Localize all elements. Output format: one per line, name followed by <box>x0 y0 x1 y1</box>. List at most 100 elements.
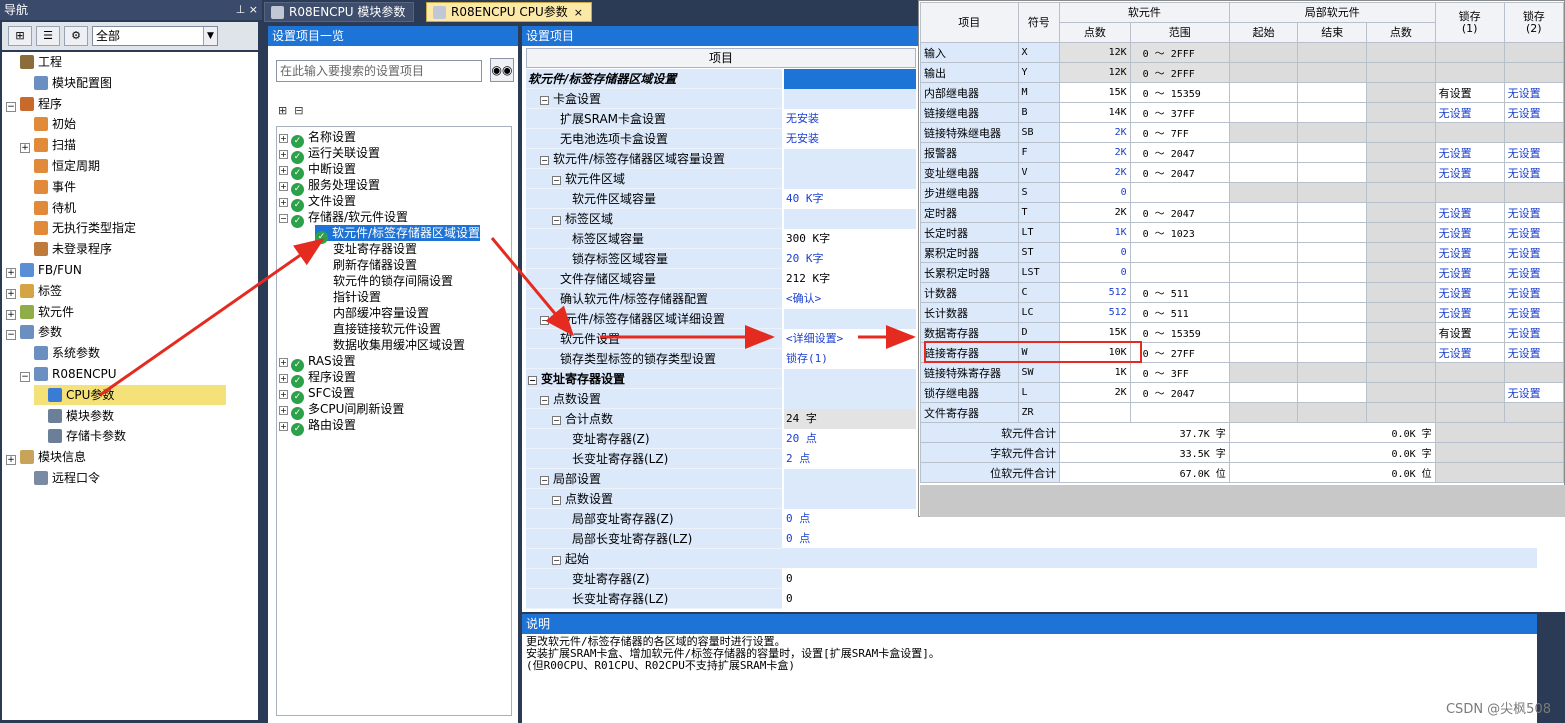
setting-list-item[interactable]: + ✓ SFC设置 <box>279 385 355 404</box>
setting-row[interactable]: 局部变址寄存器(Z) 0 点 <box>526 509 916 529</box>
local-device-cell[interactable] <box>1366 42 1436 63</box>
latch2-cell[interactable] <box>1503 62 1565 83</box>
setting-row-value[interactable]: 212 K字 <box>784 269 916 289</box>
collapse-icon[interactable]: − <box>540 316 549 325</box>
setting-list-item[interactable]: + ✓ 程序设置 <box>279 369 356 388</box>
latch1-cell[interactable]: 无设置 <box>1434 142 1505 163</box>
local-device-cell[interactable] <box>1228 262 1299 283</box>
latch1-cell[interactable] <box>1434 62 1505 83</box>
local-device-cell[interactable] <box>1228 322 1299 343</box>
device-row[interactable]: 变址继电器 V 2K 0 ～ 2047 无设置 无设置 <box>920 162 1565 183</box>
device-row[interactable]: 长计数器 LC 512 0 ～ 511 无设置 无设置 <box>920 302 1565 323</box>
expander-icon[interactable]: + <box>279 390 288 399</box>
setting-row-value[interactable] <box>784 169 916 189</box>
setting-row[interactable]: − 变址寄存器设置 <box>526 369 916 389</box>
latch2-cell[interactable] <box>1503 362 1565 383</box>
list-view-icon[interactable]: ☰ <box>36 26 60 46</box>
setting-row-value[interactable] <box>784 69 916 89</box>
setting-row[interactable]: − 合计点数 24 字 <box>526 409 916 429</box>
local-device-cell[interactable] <box>1366 382 1436 403</box>
device-row[interactable]: 累积定时器 ST 0 无设置 无设置 <box>920 242 1565 263</box>
device-points[interactable] <box>1059 402 1131 423</box>
setting-row[interactable]: − 点数设置 <box>526 489 916 509</box>
gear-icon[interactable]: ⚙ <box>64 26 88 46</box>
latch2-cell[interactable]: 无设置 <box>1503 282 1565 303</box>
local-device-cell[interactable] <box>1297 282 1368 303</box>
device-row[interactable]: 文件寄存器 ZR <box>920 402 1565 423</box>
collapse-icon[interactable]: − <box>552 176 561 185</box>
setting-list-item[interactable]: 软元件的锁存间隔设置 <box>333 273 453 289</box>
setting-row[interactable]: − 卡盒设置 <box>526 89 916 109</box>
setting-row-value[interactable]: 0 点 <box>784 529 916 549</box>
collapse-icon[interactable]: − <box>552 216 561 225</box>
local-device-cell[interactable] <box>1228 142 1299 163</box>
nav-item[interactable]: + 模块信息 <box>6 447 86 467</box>
setting-list-item[interactable]: − ✓ 存储器/软元件设置 <box>279 209 408 228</box>
device-points[interactable]: 2K <box>1059 202 1131 223</box>
local-device-cell[interactable] <box>1228 62 1299 83</box>
setting-row[interactable]: − 标签区域 <box>526 209 916 229</box>
setting-row[interactable]: 长变址寄存器(LZ) 0 <box>526 589 916 609</box>
setting-row[interactable]: − 局部设置 <box>526 469 916 489</box>
local-device-cell[interactable] <box>1297 362 1368 383</box>
latch2-cell[interactable]: 无设置 <box>1503 242 1565 263</box>
local-device-cell[interactable] <box>1366 342 1436 363</box>
latch1-cell[interactable]: 无设置 <box>1434 222 1505 243</box>
local-device-cell[interactable] <box>1228 182 1299 203</box>
latch2-cell[interactable]: 无设置 <box>1503 162 1565 183</box>
latch2-cell[interactable]: 无设置 <box>1503 82 1565 103</box>
device-points[interactable]: 2K <box>1059 382 1131 403</box>
setting-list-item[interactable]: + ✓ 运行关联设置 <box>279 145 380 164</box>
local-device-cell[interactable] <box>1228 102 1299 123</box>
setting-row[interactable]: 标签区域容量 300 K字 <box>526 229 916 249</box>
device-row[interactable]: 定时器 T 2K 0 ～ 2047 无设置 无设置 <box>920 202 1565 223</box>
expander-icon[interactable]: + <box>279 182 288 191</box>
nav-item[interactable]: + 标签 <box>6 281 62 301</box>
local-device-cell[interactable] <box>1228 162 1299 183</box>
local-device-cell[interactable] <box>1228 242 1299 263</box>
setting-row[interactable]: 锁存类型标签的锁存类型设置 锁存(1) <box>526 349 916 369</box>
nav-item[interactable]: CPU参数 <box>34 384 226 405</box>
setting-row-value[interactable]: <详细设置> <box>784 329 916 349</box>
setting-row-value[interactable]: 40 K字 <box>784 189 916 209</box>
latch1-cell[interactable]: 有设置 <box>1434 82 1505 103</box>
local-device-cell[interactable] <box>1297 202 1368 223</box>
setting-row-value[interactable]: 无安装 <box>784 129 916 149</box>
setting-list-item[interactable]: 内部缓冲容量设置 <box>333 305 429 321</box>
local-device-cell[interactable] <box>1228 82 1299 103</box>
tab-module-params[interactable]: R08ENCPU 模块参数 <box>264 2 415 22</box>
latch1-cell[interactable] <box>1434 402 1505 423</box>
setting-list-item[interactable]: ✓ 软元件/标签存储器区域设置 <box>315 225 481 244</box>
nav-item[interactable]: 模块配置图 <box>20 73 112 93</box>
nav-item[interactable]: + 扫描 <box>20 135 76 155</box>
local-device-cell[interactable] <box>1297 82 1368 103</box>
setting-row-value[interactable]: 20 点 <box>784 429 916 449</box>
setting-row-value[interactable] <box>784 389 916 409</box>
setting-list-item[interactable]: + ✓ 中断设置 <box>279 161 356 180</box>
device-points[interactable]: 2K <box>1059 122 1131 143</box>
expander-icon[interactable]: + <box>279 134 288 143</box>
nav-item[interactable]: + 软元件 <box>6 302 74 322</box>
device-row[interactable]: 内部继电器 M 15K 0 ～ 15359 有设置 无设置 <box>920 82 1565 103</box>
local-device-cell[interactable] <box>1366 362 1436 383</box>
latch2-cell[interactable]: 无设置 <box>1503 302 1565 323</box>
local-device-cell[interactable] <box>1228 362 1299 383</box>
expander-icon[interactable]: + <box>6 288 16 299</box>
nav-item[interactable]: 存储卡参数 <box>34 426 126 446</box>
setting-row-value[interactable]: 0 <box>784 589 916 609</box>
nav-item[interactable]: 事件 <box>20 177 76 197</box>
latch1-cell[interactable] <box>1434 362 1505 383</box>
latch1-cell[interactable] <box>1434 122 1505 143</box>
expander-icon[interactable]: + <box>279 374 288 383</box>
latch1-cell[interactable] <box>1434 382 1505 403</box>
nav-item[interactable]: 初始 <box>20 114 76 134</box>
local-device-cell[interactable] <box>1297 382 1368 403</box>
setting-row[interactable]: 锁存标签区域容量 20 K字 <box>526 249 916 269</box>
nav-item[interactable]: + FB/FUN <box>6 260 82 280</box>
device-points[interactable]: 12K <box>1059 62 1131 83</box>
setting-list-item[interactable]: + ✓ 名称设置 <box>279 129 356 148</box>
latch2-cell[interactable]: 无设置 <box>1503 102 1565 123</box>
expander-icon[interactable]: + <box>279 358 288 367</box>
nav-item[interactable]: − 参数 <box>6 322 62 342</box>
local-device-cell[interactable] <box>1366 262 1436 283</box>
